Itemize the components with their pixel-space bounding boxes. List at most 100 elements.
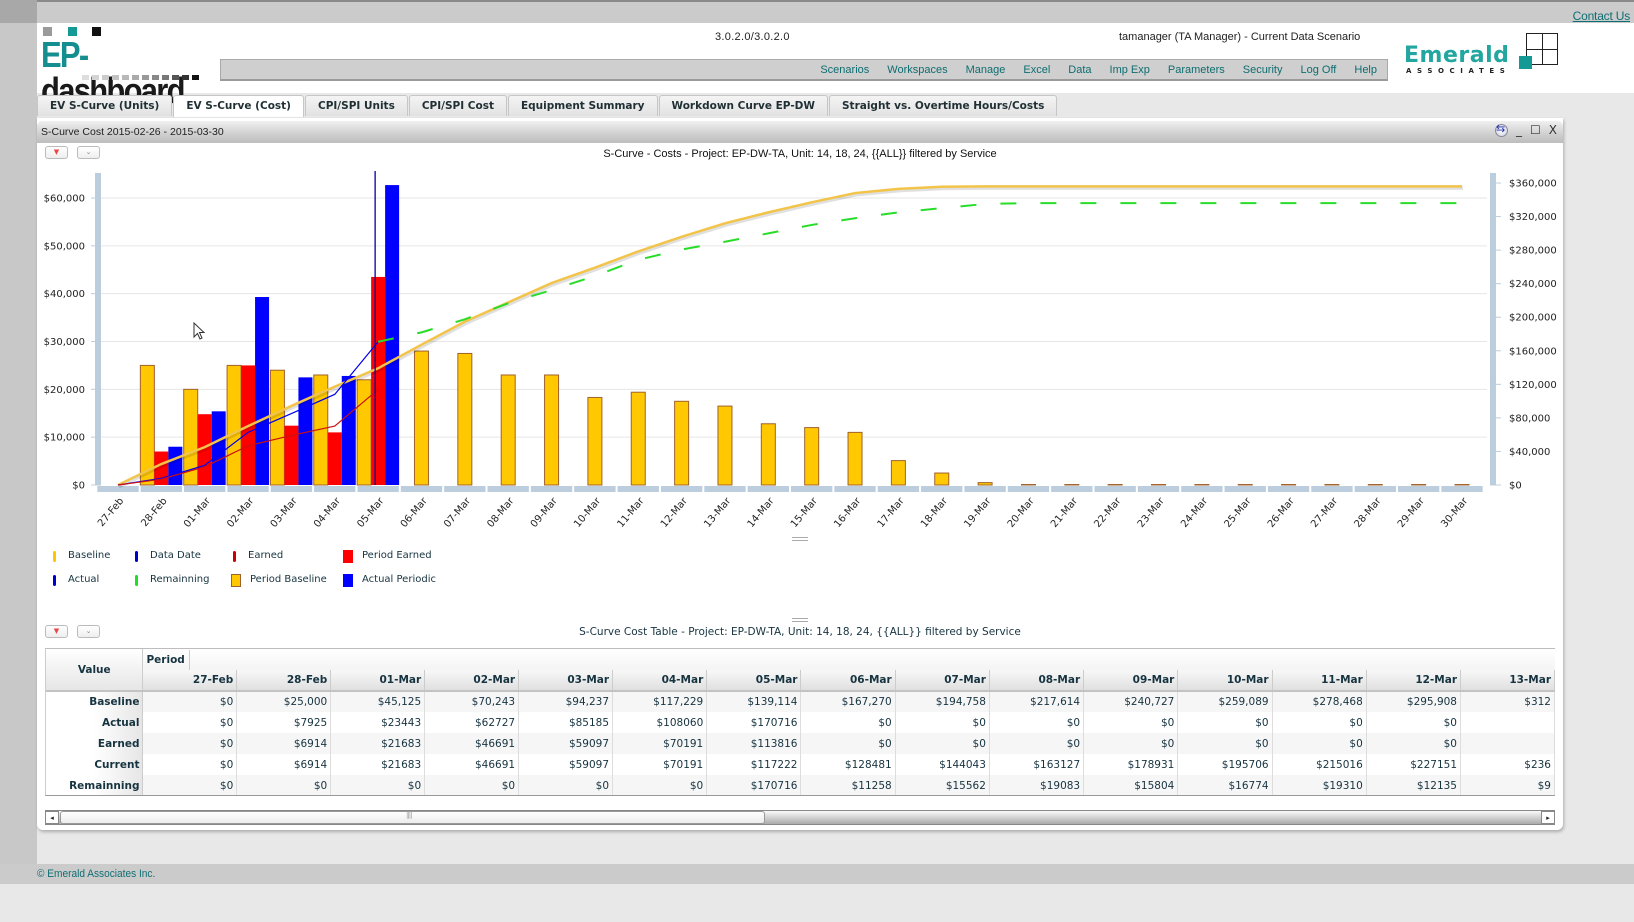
x-tick-label: 12-Mar	[659, 495, 691, 530]
column-header[interactable]: 05-Mar	[706, 670, 802, 692]
logo-teal-square	[1519, 56, 1532, 69]
column-header[interactable]: 08-Mar	[989, 670, 1085, 692]
bar-period-baseline	[457, 352, 473, 486]
panel-title: S-Curve Cost 2015-02-26 - 2015-03-30	[41, 126, 224, 138]
tab-ev-s-curve-cost[interactable]: EV S-Curve (Cost)	[173, 95, 304, 117]
column-header[interactable]: 07-Mar	[895, 670, 990, 692]
nav-log-off[interactable]: Log Off	[1300, 64, 1336, 76]
column-header[interactable]: 02-Mar	[424, 670, 520, 692]
table-cell: $0	[895, 733, 990, 754]
bar-actual-periodic	[255, 297, 270, 485]
scroll-left-button[interactable]: ◂	[45, 811, 59, 824]
legend-swatch	[53, 575, 56, 586]
footer: © Emerald Associates Inc.	[0, 864, 1634, 884]
table-splitter-handle[interactable]	[792, 618, 808, 622]
column-header[interactable]: 13-Mar	[1460, 670, 1555, 692]
table-cell: $227151	[1366, 754, 1462, 775]
scroll-thumb[interactable]	[60, 811, 765, 824]
table-cell: $15804	[1083, 775, 1179, 795]
table-cell: $217,614	[989, 691, 1085, 712]
x-tick-label: 06-Mar	[399, 495, 431, 530]
nav-parameters[interactable]: Parameters	[1168, 64, 1225, 76]
legend-swatch	[135, 575, 138, 586]
table-cell: $0	[142, 775, 238, 795]
tab-cpi-spi-units[interactable]: CPI/SPI Units	[304, 95, 408, 116]
table-horizontal-scrollbar[interactable]: ◂ ▸	[45, 810, 1555, 825]
legend-swatch	[231, 574, 241, 587]
right-tick-label: $360,000	[1509, 179, 1557, 190]
table-cell: $178931	[1083, 754, 1179, 775]
nav-workspaces[interactable]: Workspaces	[887, 64, 947, 76]
bar-period-baseline	[544, 374, 560, 486]
x-tick-label: 26-Mar	[1266, 495, 1298, 530]
nav-security[interactable]: Security	[1243, 64, 1283, 76]
right-tick-label: $40,000	[1509, 447, 1550, 458]
ep-dashboard-logo[interactable]: EP-dashboard	[41, 27, 219, 109]
nav-imp-exp[interactable]: Imp Exp	[1110, 64, 1150, 76]
x-axis-segment	[1181, 486, 1223, 492]
x-tick-label: 09-Mar	[529, 495, 561, 530]
table-cell: $0	[142, 754, 238, 775]
chart-legend: Baseline Data Date Earned Period Earned Actu…	[51, 548, 491, 608]
bar-actual-periodic	[341, 375, 356, 485]
nav-scenarios[interactable]: Scenarios	[820, 64, 869, 76]
column-header[interactable]: 10-Mar	[1177, 670, 1273, 692]
nav-data[interactable]: Data	[1068, 64, 1091, 76]
right-tick-label: $200,000	[1509, 313, 1557, 324]
maximize-icon[interactable]: ☐	[1530, 123, 1541, 137]
x-tick-label: 17-Mar	[876, 495, 908, 530]
version-label: 3.0.2.0/3.0.2.0	[715, 31, 790, 43]
x-tick-label: 05-Mar	[355, 495, 387, 530]
x-axis-labels: 27-Feb 28-Feb 01-Mar 02-Mar 03-Mar 04-Mar 05-M…	[96, 495, 1471, 530]
contact-us-link[interactable]: Contact Us	[1573, 9, 1631, 23]
tab-equipment-summary[interactable]: Equipment Summary	[507, 95, 658, 116]
table-cell: $25,000	[236, 691, 332, 712]
tab-workdown-curve[interactable]: Workdown Curve EP-DW	[658, 95, 828, 116]
x-axis-segment	[227, 486, 269, 492]
column-header[interactable]: 09-Mar	[1083, 670, 1179, 692]
column-header[interactable]: 04-Mar	[612, 670, 708, 692]
table-cell: $0	[1366, 733, 1462, 754]
gutter-top-block	[0, 0, 37, 23]
x-tick-label: 21-Mar	[1049, 495, 1081, 530]
x-tick-label: 18-Mar	[919, 495, 951, 530]
panel-titlebar: S-Curve Cost 2015-02-26 - 2015-03-30 _ ☐…	[37, 121, 1563, 143]
legend-label: Period Baseline	[250, 574, 327, 585]
chart-splitter-handle[interactable]	[792, 537, 808, 541]
table-cell: $16774	[1177, 775, 1273, 795]
nav-manage[interactable]: Manage	[966, 64, 1006, 76]
minimize-icon[interactable]: _	[1516, 123, 1522, 137]
tab-ev-s-curve-units[interactable]: EV S-Curve (Units)	[37, 95, 173, 116]
x-axis-segment	[314, 486, 356, 492]
table-cell: $0	[612, 775, 708, 795]
legend-label: Period Earned	[362, 550, 432, 561]
nav-help[interactable]: Help	[1354, 64, 1377, 76]
bar-period-baseline	[717, 405, 733, 486]
x-tick-label: 30-Mar	[1439, 495, 1471, 530]
table-cell: $240,727	[1083, 691, 1179, 712]
x-axis-segment	[530, 486, 573, 492]
bottom-strip	[0, 884, 1634, 922]
legend-label: Earned	[248, 550, 284, 561]
close-icon[interactable]: X	[1549, 123, 1557, 137]
nav-excel[interactable]: Excel	[1023, 64, 1050, 76]
table-cell: $70,243	[424, 691, 520, 712]
column-header[interactable]: 27-Feb	[142, 670, 238, 692]
bar-period-baseline	[630, 391, 646, 486]
scroll-right-button[interactable]: ▸	[1541, 811, 1555, 824]
column-header[interactable]: 01-Mar	[330, 670, 426, 692]
window-controls: _ ☐ X	[1495, 122, 1557, 137]
refresh-icon[interactable]	[1495, 122, 1508, 137]
column-header[interactable]: 11-Mar	[1272, 670, 1367, 692]
tab-straight-vs-overtime[interactable]: Straight vs. Overtime Hours/Costs	[828, 95, 1058, 116]
x-axis-segment	[747, 486, 789, 492]
table-cell: $117,229	[612, 691, 708, 712]
tab-cpi-spi-cost[interactable]: CPI/SPI Cost	[408, 95, 507, 116]
column-header[interactable]: 12-Mar	[1366, 670, 1462, 692]
column-header[interactable]: 28-Feb	[236, 670, 332, 692]
main-nav: Scenarios Workspaces Manage Excel Data I…	[220, 59, 1388, 81]
column-header[interactable]: 03-Mar	[518, 670, 614, 692]
bar-period-baseline	[226, 364, 242, 486]
column-header[interactable]: 06-Mar	[800, 670, 896, 692]
x-tick-label: 07-Mar	[442, 495, 474, 530]
